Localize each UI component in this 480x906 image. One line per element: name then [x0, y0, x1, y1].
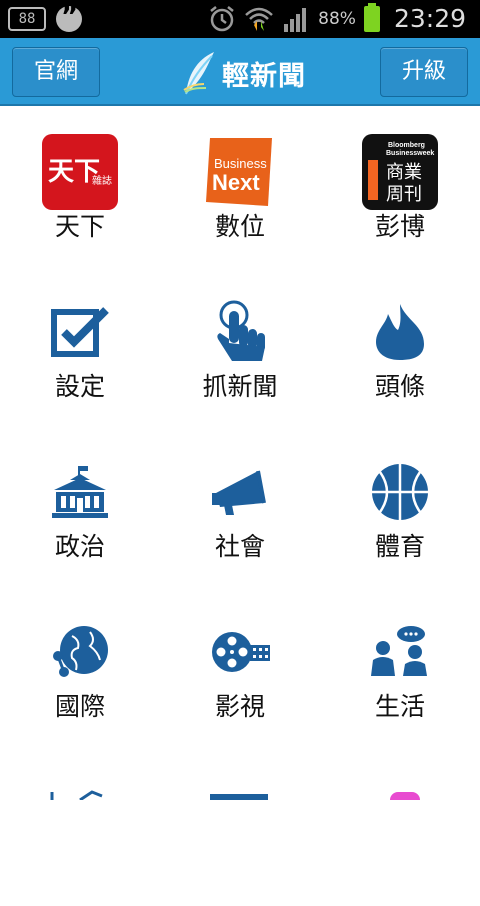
status-left: 88: [8, 2, 82, 32]
grid-item-settings[interactable]: 設定: [0, 266, 160, 426]
chart-trend-icon: [50, 790, 103, 800]
tap-hand-icon: [200, 292, 280, 372]
battery-icon: [363, 2, 380, 32]
grid-item-label: 天下: [54, 212, 105, 241]
commonwealth-magazine-logo: 天下 雜誌: [40, 132, 120, 212]
business-next-line1: Business: [214, 156, 267, 171]
film-reel-icon: [200, 612, 280, 692]
feather-logo-icon: [183, 52, 214, 95]
wifi-icon: [245, 7, 274, 31]
grid-item-label: 彭博: [374, 212, 425, 241]
grid-item-international[interactable]: 國際: [0, 586, 160, 746]
grid-item-label: 國際: [54, 692, 105, 721]
grid-item-label: 數位: [214, 212, 265, 241]
app-bar: 官網 輕新聞 升級: [0, 38, 480, 106]
category-grid: 天下 雜誌 天下 Business Next 數位 Bloomberg Busi…: [0, 106, 480, 800]
business-next-line2: Next: [212, 170, 260, 195]
grid-item-sports[interactable]: 體育: [320, 426, 480, 586]
battery-percent: 88%: [318, 8, 356, 29]
government-building-icon: [40, 452, 120, 532]
grid-item-label: 頭條: [374, 372, 425, 401]
megaphone-icon: [200, 452, 280, 532]
bloomberg-line4: 周刊: [386, 184, 422, 205]
upgrade-button[interactable]: 升級: [380, 47, 468, 97]
signal-icon: [284, 7, 307, 32]
bloomberg-line2: Businessweek: [386, 150, 434, 157]
grid-item-politics[interactable]: 政治: [0, 426, 160, 586]
official-site-button[interactable]: 官網: [12, 47, 100, 97]
app-title: 輕新聞: [222, 60, 306, 92]
grid-item-lifestyle[interactable]: 生活: [320, 586, 480, 746]
grid-item-label: 抓新聞: [202, 372, 278, 401]
newspaper-icon: [210, 794, 268, 800]
grid-item-partial-3[interactable]: [320, 746, 480, 906]
hangouts-icon: [56, 2, 82, 32]
app-brand: 輕新聞: [182, 50, 306, 96]
grid-item-society[interactable]: 社會: [160, 426, 320, 586]
notification-badge-icon: 88: [8, 7, 46, 31]
bloomberg-line3: 商業: [386, 162, 422, 183]
basketball-icon: [360, 452, 440, 532]
business-next-logo: Business Next: [200, 132, 280, 212]
flame-icon: [360, 292, 440, 372]
people-chat-icon: [360, 612, 440, 692]
bloomberg-line1: Bloomberg: [388, 142, 425, 149]
grid-item-headlines[interactable]: 頭條: [320, 266, 480, 426]
status-right: 88% 23:29: [208, 2, 466, 33]
grid-item-partial-2[interactable]: [160, 746, 320, 906]
alarm-icon: [210, 5, 234, 31]
status-bar: 88 88% 23:29: [0, 0, 480, 38]
bloomberg-businessweek-logo: Bloomberg Businessweek 商業 周刊: [360, 132, 440, 212]
grid-item-business-next[interactable]: Business Next 數位: [160, 106, 320, 266]
grid-item-label: 體育: [374, 532, 425, 561]
clock: 23:29: [393, 4, 466, 33]
grid-item-label: 設定: [54, 372, 105, 401]
grid-item-label: 影視: [214, 692, 265, 721]
tianxia-logo-sub: 雜誌: [92, 174, 112, 187]
grid-item-label: 社會: [214, 532, 265, 561]
checkbox-icon: [40, 292, 120, 372]
grid-item-fetch-news[interactable]: 抓新聞: [160, 266, 320, 426]
grid-item-label: 政治: [54, 532, 105, 561]
heart-icon: [390, 792, 420, 800]
grid-item-bloomberg[interactable]: Bloomberg Businessweek 商業 周刊 彭博: [320, 106, 480, 266]
grid-item-partial-1[interactable]: [0, 746, 160, 906]
grid-item-entertainment[interactable]: 影視: [160, 586, 320, 746]
grid-item-tianxia[interactable]: 天下 雜誌 天下: [0, 106, 160, 266]
grid-item-label: 生活: [374, 692, 425, 721]
globe-icon: [40, 612, 120, 692]
